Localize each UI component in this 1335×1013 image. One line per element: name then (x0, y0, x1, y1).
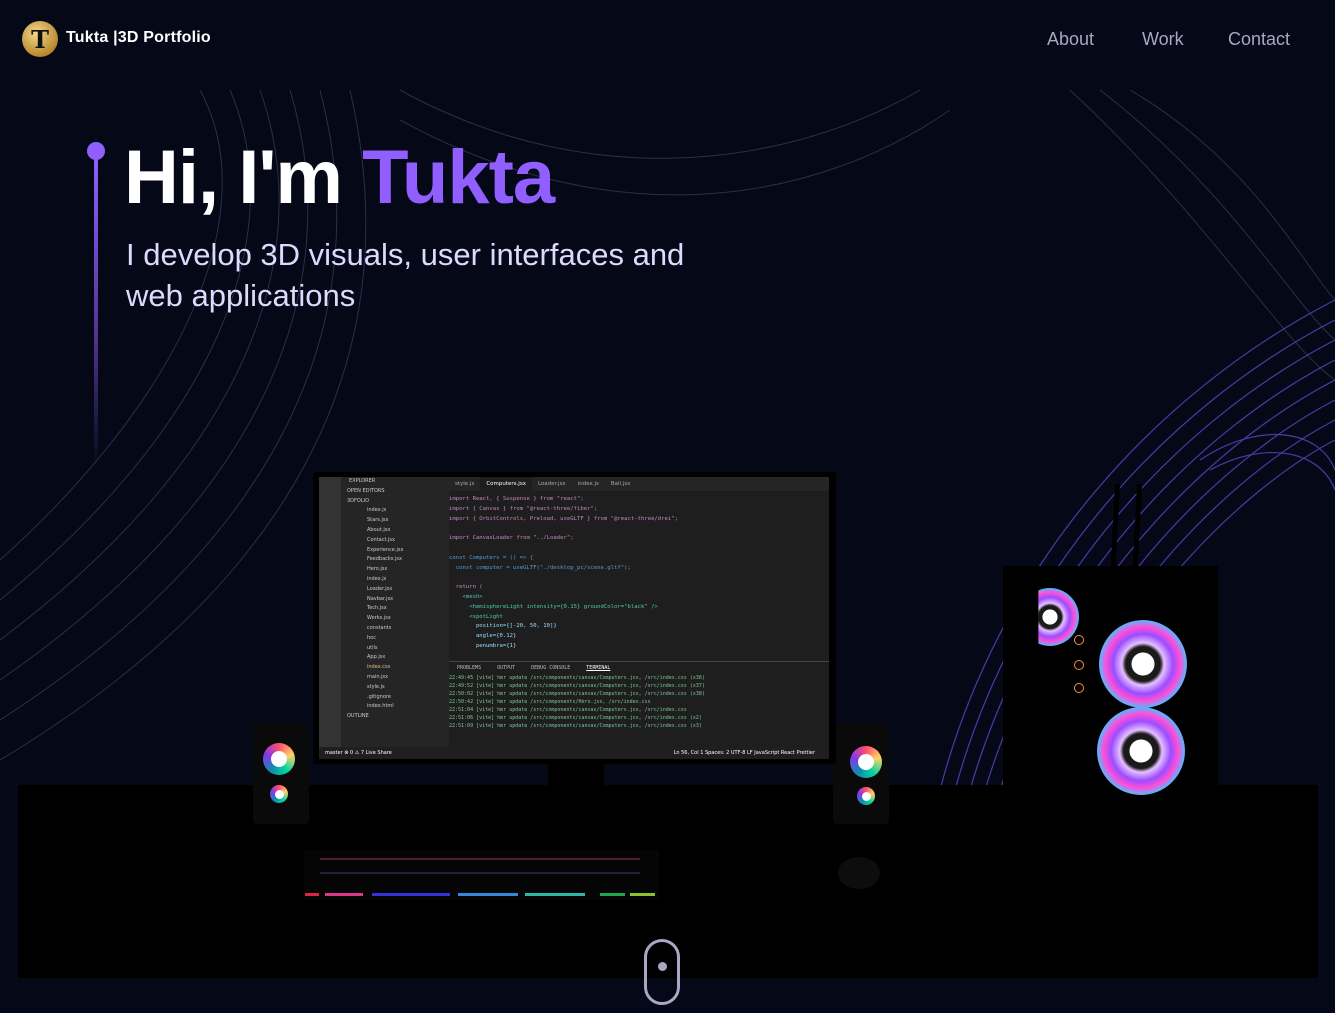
terminal-line: 22:49:45 [vite] hmr update /src/componen… (449, 675, 705, 681)
code-line: angle={0.12} (449, 633, 517, 640)
terminal-output: 22:49:45 [vite] hmr update /src/componen… (449, 674, 829, 730)
hero-subtitle: I develop 3D visuals, user interfaces an… (126, 237, 685, 313)
explorer-item[interactable]: style.js (341, 683, 449, 693)
editor-code-area: import React, { Suspense } from "react";… (449, 495, 819, 653)
terminal-line: 22:51:04 [vite] hmr update /src/componen… (449, 707, 687, 713)
explorer-item[interactable]: Works.jsx (341, 614, 449, 624)
brand-title[interactable]: Tukta |3D Portfolio (66, 29, 211, 47)
terminal-line: 22:51:09 [vite] hmr update /src/componen… (449, 723, 702, 729)
explorer-header: EXPLORER (349, 478, 376, 484)
explorer-list: OPEN EDITORS 3DFOLIO index.js Stars.jsx Abou… (341, 487, 449, 722)
editor-terminal-panel: PROBLEMS OUTPUT DEBUG CONSOLE TERMINAL 22:4… (449, 661, 829, 748)
editor-tab[interactable]: style.js (449, 477, 480, 487)
port-icon (1074, 683, 1084, 693)
panel-tab[interactable]: PROBLEMS (457, 665, 481, 671)
explorer-item[interactable]: main.jsx (341, 673, 449, 683)
editor-activity-bar (319, 477, 341, 759)
hero-title: Hi, I'm Tukta (124, 134, 555, 221)
explorer-item[interactable]: App.jsx (341, 653, 449, 663)
editor-tab[interactable]: Loader.jsx (532, 477, 572, 487)
status-right: Ln 56, Col 1 Spaces: 2 UTF-8 LF JavaScri… (673, 750, 815, 756)
keyboard-rgb-keys (305, 858, 655, 896)
speaker-light-icon (857, 787, 875, 805)
panel-tab[interactable]: OUTPUT (497, 665, 515, 671)
code-line: return ( (449, 584, 483, 591)
code-line: const computer = useGLTF("./desktop_pc/s… (449, 564, 631, 571)
left-speaker (253, 724, 309, 824)
fan-icon (1038, 588, 1079, 646)
explorer-item[interactable]: Hero.jsx (341, 565, 449, 575)
explorer-item[interactable]: index.js (341, 506, 449, 516)
logo-icon[interactable]: T (22, 21, 58, 57)
panel-tab-active[interactable]: TERMINAL (586, 665, 610, 671)
explorer-item[interactable]: Tech.jsx (341, 604, 449, 614)
explorer-item[interactable]: Loader.jsx (341, 585, 449, 595)
terminal-line: 22:50:02 [vite] hmr update /src/componen… (449, 691, 705, 697)
code-line: <hemisphereLight intensity={0.15} ground… (449, 603, 658, 610)
explorer-item[interactable]: .gitignore (341, 693, 449, 703)
explorer-item[interactable]: OUTLINE (341, 712, 449, 722)
monitor-stand (548, 764, 604, 804)
terminal-line: 22:50:42 [vite] hmr update /src/componen… (449, 699, 651, 705)
logo-letter: T (31, 24, 49, 54)
hero-greeting: Hi, I'm (124, 135, 363, 220)
explorer-item[interactable]: Stars.jsx (341, 516, 449, 526)
pc-tower (1003, 566, 1218, 818)
code-line: import { Canvas } from "@react-three/fib… (449, 505, 598, 512)
explorer-item[interactable]: Contact.jsx (341, 536, 449, 546)
explorer-item[interactable]: Feedbacks.jsx (341, 555, 449, 565)
nav-link-work[interactable]: Work (1142, 29, 1184, 50)
status-left: master ⊗ 0 ⚠ 7 Live Share (325, 750, 392, 756)
fan-icon (1099, 620, 1187, 708)
terminal-line: 22:51:06 [vite] hmr update /src/componen… (449, 715, 702, 721)
mouse (838, 857, 880, 889)
editor-status-bar: master ⊗ 0 ⚠ 7 Live Share Ln 56, Col 1 S… (319, 747, 829, 759)
speaker-light-icon (263, 743, 295, 775)
top-navbar: T Tukta |3D Portfolio About Work Contact (0, 0, 1335, 78)
explorer-item[interactable]: index.css (341, 663, 449, 673)
code-line: const Computers = () => { (449, 554, 534, 561)
explorer-item[interactable]: utils (341, 644, 449, 654)
right-speaker (833, 724, 889, 824)
editor-tab-bar: style.js Computers.jsx Loader.jsx index.js B… (449, 477, 829, 491)
explorer-item[interactable]: index.js (341, 575, 449, 585)
port-icon (1074, 660, 1084, 670)
editor-tab[interactable]: Ball.jsx (605, 477, 637, 487)
scroll-indicator[interactable] (644, 939, 680, 1005)
code-line: <mesh> (449, 593, 483, 600)
hero-accent-line (94, 158, 98, 468)
nav-link-about[interactable]: About (1047, 29, 1094, 50)
explorer-item[interactable]: OPEN EDITORS (341, 487, 449, 497)
explorer-item[interactable]: index.html (341, 702, 449, 712)
panel-tabs: PROBLEMS OUTPUT DEBUG CONSOLE TERMINAL (449, 662, 829, 674)
port-icon (1074, 635, 1084, 645)
speaker-light-icon (270, 785, 288, 803)
code-line: penumbra={1} (449, 642, 517, 649)
editor-tab-active[interactable]: Computers.jsx (480, 477, 532, 491)
speaker-light-icon (850, 746, 882, 778)
editor-explorer: EXPLORER OPEN EDITORS 3DFOLIO index.js Star… (341, 477, 449, 747)
editor-tab[interactable]: index.js (572, 477, 605, 487)
fan-icon (1097, 707, 1185, 795)
hero-name: Tukta (362, 135, 555, 220)
code-line: position={[-20, 50, 10]} (449, 623, 557, 630)
nav-link-contact[interactable]: Contact (1228, 29, 1290, 50)
code-editor-screen: EXPLORER OPEN EDITORS 3DFOLIO index.js Star… (319, 477, 829, 759)
code-line: import React, { Suspense } from "react"; (449, 496, 584, 502)
explorer-item[interactable]: About.jsx (341, 526, 449, 536)
terminal-line: 22:49:52 [vite] hmr update /src/componen… (449, 683, 705, 689)
explorer-item[interactable]: Navbar.jsx (341, 595, 449, 605)
code-line: import { OrbitControls, Preload, useGLTF… (449, 515, 679, 522)
code-line: <spotLight (449, 613, 503, 620)
explorer-item[interactable]: constants (341, 624, 449, 634)
scroll-dot-icon (658, 962, 667, 971)
code-line: import CanvasLoader from "../Loader"; (449, 535, 574, 542)
explorer-item[interactable]: Experience.jsx (341, 546, 449, 556)
explorer-item[interactable]: hoc (341, 634, 449, 644)
panel-tab[interactable]: DEBUG CONSOLE (531, 665, 570, 671)
explorer-item[interactable]: 3DFOLIO (341, 497, 449, 507)
